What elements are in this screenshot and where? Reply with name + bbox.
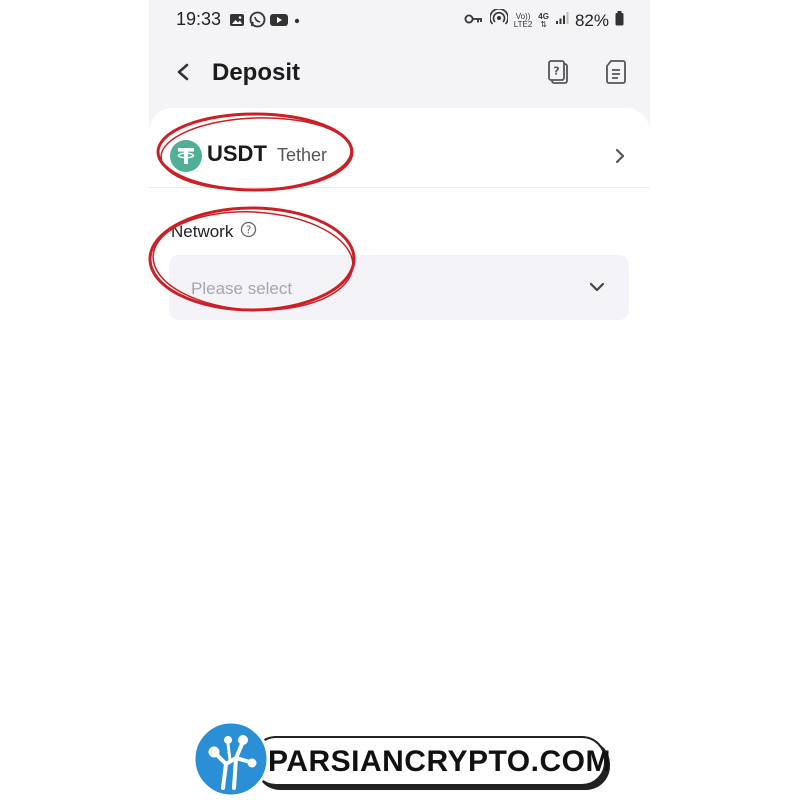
status-time: 19:33 <box>176 9 222 29</box>
deposit-help-button[interactable]: ? <box>545 59 573 90</box>
chevron-down-icon <box>585 275 609 299</box>
notification-icons <box>229 11 302 33</box>
svg-text:?: ? <box>553 64 559 77</box>
vpn-key-icon <box>464 12 484 30</box>
chevron-left-icon <box>175 62 191 87</box>
help-circle-icon[interactable]: ? <box>240 221 257 243</box>
status-bar: 19:33 Vo)) LTE2 4G ⇅ 82% <box>149 0 650 40</box>
network-select-placeholder: Please select <box>191 279 293 298</box>
volte-indicator: Vo)) LTE2 <box>513 11 533 29</box>
network-select[interactable]: Please select <box>169 255 629 320</box>
coin-selector[interactable]: USDT Tether <box>149 118 650 188</box>
back-button[interactable] <box>169 60 197 88</box>
coin-name: Tether <box>277 145 328 165</box>
battery-icon <box>615 10 624 31</box>
phone-screen: 19:33 Vo)) LTE2 4G ⇅ 82% Deposit ? USDT … <box>149 0 650 800</box>
gallery-icon <box>229 12 245 33</box>
app-header: Deposit ? <box>149 48 650 102</box>
data-arrows-icon: ⇅ <box>540 19 547 29</box>
signal-icon <box>555 11 569 30</box>
parsiancrypto-logo-icon <box>192 720 270 798</box>
watermark-pill: PARSIANCRYPTO.COM <box>252 736 610 786</box>
mobile-data-indicator: 4G ⇅ <box>538 11 549 29</box>
hotspot-icon <box>488 8 509 32</box>
watermark-text: PARSIANCRYPTO.COM <box>268 745 611 778</box>
network-label-row: Network ? <box>171 221 257 243</box>
network-label: Network <box>171 222 234 241</box>
deposit-records-button[interactable] <box>602 59 630 90</box>
deposit-form-card: USDT Tether Network ? Please select <box>149 108 650 800</box>
question-document-icon: ? <box>547 59 571 90</box>
coin-symbol: USDT <box>207 141 267 166</box>
divider <box>149 187 650 188</box>
watermark: PARSIANCRYPTO.COM <box>190 718 610 800</box>
tether-logo-icon <box>170 140 202 172</box>
youtube-icon <box>270 13 288 32</box>
system-status-icons: Vo)) LTE2 4G ⇅ 82% <box>464 8 624 32</box>
document-list-icon <box>605 59 627 90</box>
whatsapp-icon <box>249 11 266 33</box>
more-notifications-dot <box>292 13 302 31</box>
battery-percent: 82% <box>574 10 609 30</box>
page-title: Deposit <box>212 59 301 86</box>
svg-text:?: ? <box>246 225 252 237</box>
chevron-right-icon <box>608 144 632 168</box>
